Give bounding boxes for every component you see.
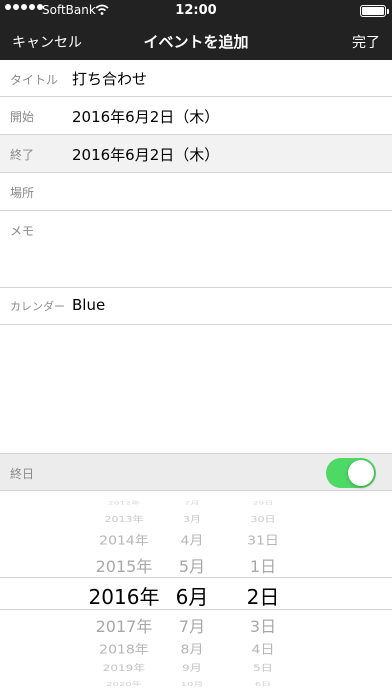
status-bar: SoftBank 12:00 <box>0 0 392 22</box>
place-label: 場所 <box>10 186 35 200</box>
picker-day-item[interactable]: 6日 <box>236 679 290 688</box>
picker-year-item[interactable]: 2013年 <box>88 513 160 525</box>
start-row[interactable]: 開始 2016年6月2日（木） <box>0 97 392 135</box>
title-label: タイトル <box>10 73 59 87</box>
page-title: イベントを追加 <box>143 33 249 51</box>
battery-nub <box>387 9 389 14</box>
picker-day-item[interactable]: 29日 <box>236 500 290 506</box>
status-time: 12:00 <box>175 3 217 18</box>
end-row[interactable]: 終了 2016年6月2日（木） <box>0 135 392 173</box>
picker-year-selected[interactable]: 2016年 <box>88 581 160 610</box>
picker-day-item[interactable]: 5日 <box>236 661 290 674</box>
all-day-label: 終日 <box>10 467 35 481</box>
title-field[interactable]: 打ち合わせ <box>72 68 147 89</box>
picker-month-item[interactable]: 3月 <box>172 513 212 525</box>
all-day-row: 終日 <box>0 453 392 491</box>
picker-year-item[interactable]: 2018年 <box>88 640 160 658</box>
picker-day-item[interactable]: 3日 <box>236 613 290 637</box>
picker-day-item[interactable]: 30日 <box>236 513 290 525</box>
navigation-bar: キャンセル イベントを追加 完了 <box>0 22 392 60</box>
picker-month-item[interactable]: 9月 <box>172 661 212 674</box>
toggle-knob <box>348 460 374 486</box>
picker-day-selected[interactable]: 2日 <box>236 581 290 610</box>
done-button[interactable]: 完了 <box>352 32 380 52</box>
end-label: 終了 <box>10 148 35 162</box>
calendar-row[interactable]: カレンダー Blue <box>0 288 392 325</box>
picker-year-item[interactable]: 2019年 <box>88 661 160 674</box>
calendar-label: カレンダー <box>10 300 65 313</box>
picker-year-item[interactable]: 2014年 <box>88 531 160 549</box>
picker-day-item[interactable]: 31日 <box>236 531 290 549</box>
picker-month-item[interactable]: 4月 <box>172 531 212 549</box>
picker-month-selected[interactable]: 6月 <box>172 581 212 610</box>
start-label: 開始 <box>10 110 35 124</box>
start-date-value[interactable]: 2016年6月2日（木） <box>72 106 219 127</box>
picker-month-item[interactable]: 2月 <box>172 500 212 506</box>
battery-icon <box>360 5 386 17</box>
picker-year-column[interactable]: 2012年 2013年 2014年 2015年 2016年 2017年 2018年 2019年… <box>88 500 160 696</box>
picker-day-item[interactable]: 1日 <box>236 553 290 577</box>
memo-label: メモ <box>10 224 35 238</box>
picker-year-item[interactable]: 2015年 <box>88 553 160 577</box>
picker-day-column[interactable]: 29日 30日 31日 1日 2日 3日 4日 5日 6日 <box>236 500 290 696</box>
picker-day-item[interactable]: 4日 <box>236 640 290 658</box>
picker-year-item[interactable]: 2012年 <box>88 500 160 506</box>
end-date-value[interactable]: 2016年6月2日（木） <box>72 144 219 165</box>
all-day-toggle[interactable] <box>326 458 376 488</box>
memo-row[interactable]: メモ <box>0 211 392 288</box>
calendar-value[interactable]: Blue <box>72 296 105 314</box>
title-row[interactable]: タイトル 打ち合わせ <box>0 60 392 97</box>
picker-month-item[interactable]: 10月 <box>172 679 212 688</box>
picker-month-item[interactable]: 7月 <box>172 613 212 637</box>
picker-month-item[interactable]: 8月 <box>172 640 212 658</box>
picker-month-column[interactable]: 2月 3月 4月 5月 6月 7月 8月 9月 10月 <box>172 500 212 696</box>
picker-year-item[interactable]: 2017年 <box>88 613 160 637</box>
picker-year-item[interactable]: 2020年 <box>88 679 160 688</box>
place-row[interactable]: 場所 <box>0 173 392 211</box>
date-picker[interactable]: 2012年 2013年 2014年 2015年 2016年 2017年 2018年 2019年… <box>0 500 392 696</box>
picker-month-item[interactable]: 5月 <box>172 553 212 577</box>
